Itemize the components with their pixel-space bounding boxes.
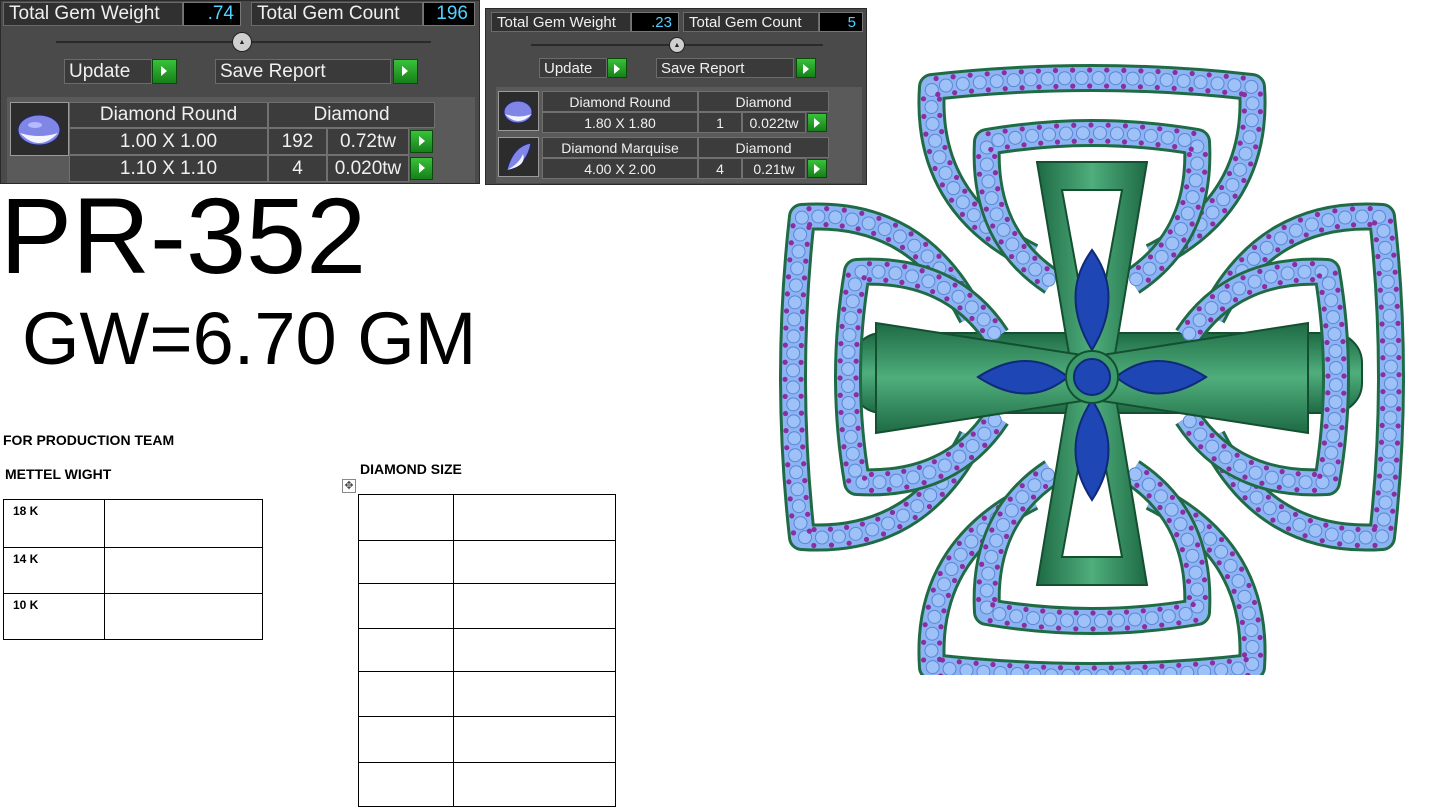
collapse-knob-icon[interactable]: ▲	[232, 32, 252, 52]
total-gem-weight-stat: Total Gem Weight .23	[491, 12, 679, 32]
diamond-size-cell[interactable]	[358, 494, 454, 541]
total-gem-count-value: 5	[819, 12, 863, 32]
total-gem-count-label: Total Gem Count	[683, 12, 819, 32]
round-gem-icon-graphic	[17, 114, 61, 146]
total-gem-weight-value: .23	[631, 12, 679, 32]
metal-weight-input-cell[interactable]	[104, 499, 263, 548]
metal-karat-cell: 14 K	[3, 547, 105, 594]
save-report-button-label: Save Report	[661, 59, 745, 77]
gem-material-header: Diamond	[268, 102, 435, 128]
metal-weight-input-cell[interactable]	[104, 593, 263, 640]
diamond-size-cell[interactable]	[358, 628, 454, 672]
gem-name-header: Diamond Marquise	[542, 137, 698, 158]
diamond-size-cell[interactable]	[453, 716, 616, 763]
save-report-go-icon[interactable]	[393, 59, 418, 84]
cross-pendant-render	[779, 64, 1405, 675]
round-gem-icon-graphic	[503, 100, 533, 124]
gem-count-cell: 1	[698, 112, 742, 133]
table-row	[358, 494, 616, 541]
table-row: 10 K	[3, 593, 263, 640]
diamond-size-cell[interactable]	[358, 762, 454, 807]
update-button[interactable]: Update	[64, 59, 152, 84]
save-report-button[interactable]: Save Report	[215, 59, 391, 84]
gem-name-header: Diamond Round	[542, 91, 698, 112]
table-row: 14 K	[3, 547, 263, 594]
table-row	[358, 671, 616, 717]
round-gem-icon	[10, 102, 69, 156]
metal-karat-label: 10 K	[13, 598, 39, 612]
diamond-size-cell[interactable]	[358, 671, 454, 717]
production-note: FOR PRODUCTION TEAM	[3, 432, 175, 448]
update-button-label: Update	[544, 59, 593, 77]
update-button-label: Update	[69, 60, 131, 82]
marquise-gem-icon-graphic	[506, 142, 532, 171]
metal-weight-table: 18 K 14 K 10 K	[3, 499, 263, 640]
metal-weight-title: METTEL WIGHT	[5, 466, 112, 482]
save-report-button-label: Save Report	[220, 60, 326, 82]
round-gem-icon	[498, 91, 539, 131]
product-code: PR-352	[0, 175, 367, 296]
metal-weight-input-cell[interactable]	[104, 547, 263, 594]
metal-karat-label: 14 K	[13, 552, 39, 566]
table-row	[358, 628, 616, 672]
gem-report-panel-large: Total Gem Weight .74 Total Gem Count 196…	[0, 0, 480, 184]
gross-weight: GW=6.70 GM	[22, 297, 477, 380]
table-row	[358, 583, 616, 629]
total-gem-weight-label: Total Gem Weight	[3, 2, 183, 26]
update-go-icon[interactable]	[607, 58, 627, 78]
update-go-icon[interactable]	[152, 59, 177, 84]
gem-row-go-icon[interactable]	[410, 157, 433, 180]
diamond-size-cell[interactable]	[358, 540, 454, 584]
diamond-size-cell[interactable]	[453, 494, 616, 541]
diamond-size-cell[interactable]	[358, 716, 454, 763]
table-row	[358, 762, 616, 807]
total-gem-count-label: Total Gem Count	[251, 2, 423, 26]
gem-size-cell: 1.00 X 1.00	[69, 128, 268, 155]
diamond-size-cell[interactable]	[453, 540, 616, 584]
table-row: 18 K	[3, 499, 263, 548]
metal-karat-label: 18 K	[13, 504, 39, 518]
metal-karat-cell: 10 K	[3, 593, 105, 640]
center-round-stone	[1065, 350, 1119, 404]
diamond-size-cell[interactable]	[453, 628, 616, 672]
diamond-size-cell[interactable]	[358, 583, 454, 629]
diamond-size-cell[interactable]	[453, 583, 616, 629]
total-gem-weight-label: Total Gem Weight	[491, 12, 631, 32]
table-row	[358, 540, 616, 584]
move-handle-icon[interactable]: ✥	[342, 479, 356, 493]
gem-size-cell: 4.00 X 2.00	[542, 158, 698, 179]
marquise-gem-icon	[498, 137, 539, 177]
update-button[interactable]: Update	[539, 58, 607, 78]
table-row	[358, 716, 616, 763]
total-gem-weight-value: .74	[183, 2, 241, 26]
gem-weight-cell: 0.72tw	[327, 128, 409, 155]
total-gem-count-value: 196	[423, 2, 475, 26]
diamond-size-table	[358, 494, 616, 807]
gem-row-go-icon[interactable]	[410, 130, 433, 153]
total-gem-count-stat: Total Gem Count 5	[683, 12, 863, 32]
collapse-knob-icon[interactable]: ▲	[669, 37, 685, 53]
gem-name-header: Diamond Round	[69, 102, 268, 128]
diamond-size-title: DIAMOND SIZE	[360, 461, 462, 477]
total-gem-weight-stat: Total Gem Weight .74	[3, 2, 243, 26]
gem-count-cell: 192	[268, 128, 327, 155]
gem-size-cell: 1.80 X 1.80	[542, 112, 698, 133]
diamond-size-cell[interactable]	[453, 762, 616, 807]
total-gem-count-stat: Total Gem Count 196	[251, 2, 477, 26]
diamond-size-cell[interactable]	[453, 671, 616, 717]
gem-count-cell: 4	[698, 158, 742, 179]
metal-karat-cell: 18 K	[3, 499, 105, 548]
